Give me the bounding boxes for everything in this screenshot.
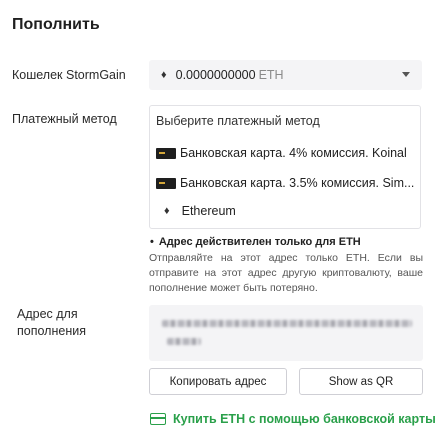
payment-option-ethereum[interactable]: ♦ Ethereum [150, 197, 420, 225]
deposit-address-label: Адрес для пополнения [17, 307, 86, 338]
payment-method-label: Платежный метод [12, 112, 117, 126]
payment-option-simplex[interactable]: Банковская карта. 3.5% комиссия. Sim... [150, 169, 420, 197]
bullet: • [150, 236, 154, 248]
ethereum-icon: ♦ [161, 69, 167, 81]
credit-card-icon [150, 413, 166, 425]
show-qr-button[interactable]: Show as QR [299, 368, 423, 395]
address-warning-heading: Адрес действителен только для ETH [158, 236, 361, 248]
redacted-address [162, 320, 412, 327]
chevron-down-icon [402, 72, 410, 77]
payment-method-placeholder: Выберите платежный метод [156, 114, 320, 128]
wallet-label: Кошелек StormGain [12, 68, 126, 82]
ethereum-icon: ♦ [164, 205, 170, 217]
payment-option-label: Банковская карта. 3.5% комиссия. Sim... [180, 176, 415, 190]
payment-option-koinal[interactable]: Банковская карта. 4% комиссия. Koinal [150, 139, 420, 167]
payment-option-label: Банковская карта. 4% комиссия. Koinal [180, 146, 407, 160]
payment-method-dropdown[interactable]: Выберите платежный метод Банковская карт… [149, 105, 421, 229]
deposit-address-field[interactable] [149, 305, 423, 361]
buy-eth-label: Купить ETH с помощью банковской карты [173, 412, 436, 426]
redacted-address [167, 338, 201, 345]
page-title: Пополнить [12, 16, 100, 33]
bank-card-icon [156, 147, 176, 159]
bank-card-icon [156, 177, 176, 189]
wallet-currency: ETH [258, 68, 284, 82]
copy-address-button[interactable]: Копировать адрес [149, 368, 287, 395]
address-warning-title: • Адрес действителен только для ETH [150, 236, 361, 248]
payment-option-label: Ethereum [181, 204, 236, 218]
buy-eth-with-card-link[interactable]: Купить ETH с помощью банковской карты [150, 412, 436, 426]
wallet-balance: 0.0000000000 [175, 68, 256, 82]
wallet-select[interactable]: ♦ 0.0000000000 ETH [149, 60, 422, 90]
address-warning-text: Отправляйте на этот адрес только ETH. Ес… [149, 252, 423, 294]
